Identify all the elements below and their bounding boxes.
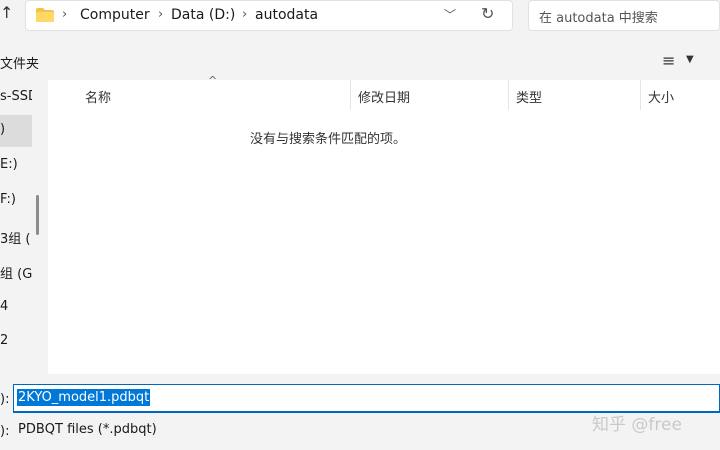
caret-down-icon[interactable]: ▼ [686,54,694,65]
new-folder-button[interactable]: 文件夹 [0,53,39,72]
watermark: 知乎 @free [592,415,682,435]
filetype-select[interactable]: PDBQT files (*.pdbqt) [18,422,157,437]
nav-item-4[interactable]: 4 [0,292,32,324]
breadcrumb-data-drive[interactable]: Data (D:) [171,7,235,23]
breadcrumb-autodata[interactable]: autodata [255,7,318,23]
refresh-icon[interactable]: ↻ [481,4,494,23]
up-arrow-icon[interactable]: ↑ [0,3,13,22]
breadcrumb-computer[interactable]: Computer [80,7,150,23]
save-panel: ): 2KYO_model1.pdbqt ): PDBQT files (*.p… [0,374,720,450]
folder-icon [36,8,54,22]
top-bar: ↑ › Computer › Data (D:) › autodata ﹀ ↻ … [0,0,720,44]
filetype-label: ): [0,424,10,439]
nav-item-label: F:) [0,192,16,207]
search-placeholder: 在 autodata 中搜索 [539,11,658,26]
column-header-size[interactable]: 大小 [648,87,674,106]
breadcrumb-separator-icon: › [242,7,248,22]
nav-item-selected[interactable]: ) [0,115,32,147]
view-menu-icon[interactable]: ≡ [662,51,675,70]
sort-ascending-icon: ^ [208,74,218,87]
nav-item-group-3[interactable]: 3组 ( [0,221,32,253]
filename-value: 2KYO_model1.pdbqt [17,389,151,406]
breadcrumb-separator-icon: › [158,7,164,22]
navigation-pane: s-SSD ) E:) F:) 3组 ( 组 (G 4 2 [0,80,32,374]
empty-message: 没有与搜索条件匹配的项。 [249,132,406,147]
filename-input[interactable]: 2KYO_model1.pdbqt [13,384,720,413]
nav-item-label: E:) [0,157,18,172]
breadcrumb-separator-icon: › [62,7,68,22]
column-divider[interactable] [640,80,641,110]
nav-item-label: ) [0,122,6,137]
nav-item-group-g[interactable]: 组 (G [0,256,32,288]
nav-item-2[interactable]: 2 [0,326,32,358]
nav-item-label: s-SSD [0,89,32,104]
command-bar: 文件夹 ≡ ▼ [0,44,720,80]
column-divider[interactable] [508,80,509,110]
nav-item-label: 4 [0,299,9,314]
nav-item-label: 2 [0,333,9,348]
nav-item-f-drive[interactable]: F:) [0,185,32,217]
filename-label: ): [0,392,10,407]
column-header-modified[interactable]: 修改日期 [358,87,410,106]
column-divider[interactable] [350,80,351,110]
nav-item-ssd[interactable]: s-SSD [0,82,32,114]
search-input[interactable]: 在 autodata 中搜索 [528,0,720,31]
chevron-down-icon[interactable]: ﹀ [444,6,456,23]
sidebar-scrollbar[interactable] [36,195,39,235]
column-header-type[interactable]: 类型 [516,87,542,106]
address-bar[interactable]: › Computer › Data (D:) › autodata ﹀ ↻ [25,0,513,31]
column-header-name[interactable]: 名称 [85,87,111,106]
file-list: 名称 ^ 修改日期 类型 大小 没有与搜索条件匹配的项。 [48,74,720,374]
nav-item-label: 3组 ( [0,232,31,247]
nav-item-e-drive[interactable]: E:) [0,150,32,182]
nav-item-label: 组 (G [0,267,32,282]
